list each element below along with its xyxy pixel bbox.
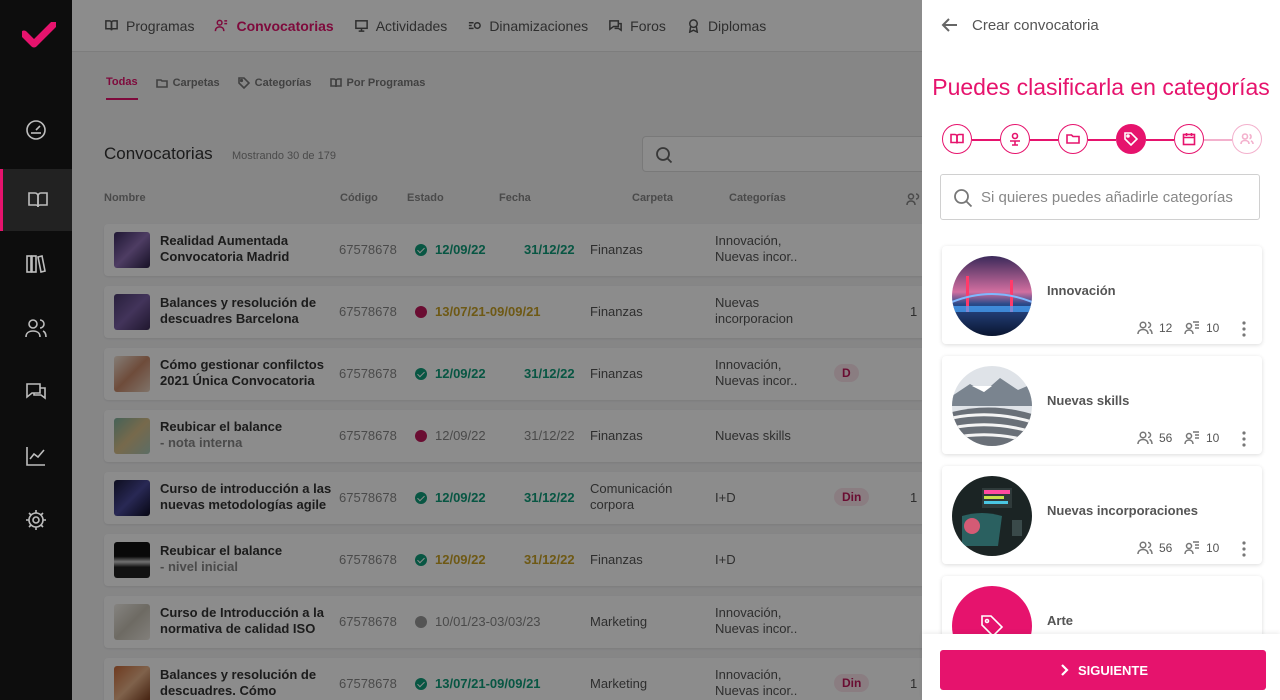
tag-icon (981, 615, 1004, 634)
step-folder[interactable] (1058, 124, 1088, 154)
step-program[interactable] (942, 124, 972, 154)
users-icon (1137, 321, 1153, 335)
category-name: Nuevas skills (1047, 393, 1130, 408)
sidebar-analytics[interactable] (0, 425, 72, 487)
users-icon (1137, 541, 1153, 555)
main-content: Programas Convocatorias Actividades Dina… (72, 0, 922, 700)
category-name: Innovación (1047, 283, 1116, 298)
more-options-icon[interactable] (1236, 430, 1252, 448)
category-image (952, 476, 1032, 556)
users-icon (1240, 133, 1254, 145)
step-categories[interactable] (1116, 124, 1146, 154)
book-open-icon (950, 133, 964, 144)
category-members: 12 (1137, 320, 1172, 336)
tag-icon (1124, 132, 1138, 146)
category-card[interactable]: Nuevas skills 56 10 (942, 356, 1262, 454)
gauge-icon (26, 120, 46, 140)
more-options-icon[interactable] (1236, 320, 1252, 338)
search-icon (954, 189, 973, 208)
users-icon (1137, 431, 1153, 445)
create-convocatoria-panel: Crear convocatoria Puedes clasificarla e… (922, 0, 1280, 700)
sidebar-training[interactable] (0, 169, 72, 231)
sidebar-forums[interactable] (0, 361, 72, 423)
members-count: 56 (1159, 541, 1173, 555)
category-search (940, 174, 1260, 220)
category-list: Innovación 12 10 Nuevas skills 56 10 Nue… (922, 236, 1280, 634)
arrow-left-icon[interactable] (940, 15, 960, 35)
wizard-stepper (942, 124, 1264, 156)
category-image (952, 256, 1032, 336)
category-image (952, 586, 1032, 634)
calendar-icon (1182, 133, 1196, 146)
sidebar-settings[interactable] (0, 489, 72, 551)
more-options-icon[interactable] (1236, 540, 1252, 558)
category-card[interactable]: Nuevas incorporaciones 56 10 (942, 466, 1262, 564)
category-card[interactable]: Arte (942, 576, 1262, 634)
next-button-label: SIGUIENTE (1077, 662, 1149, 678)
panel-footer: SIGUIENTE (922, 634, 1280, 700)
members-count: 12 (1159, 321, 1173, 335)
chart-line-icon (26, 447, 45, 466)
gear-icon (26, 510, 46, 530)
presenter-icon (1184, 321, 1199, 335)
step-heading: Puedes clasificarla en categorías (932, 74, 1270, 100)
presenter-icon (1184, 541, 1199, 555)
sidebar-users[interactable] (0, 297, 72, 359)
modal-backdrop[interactable] (72, 0, 922, 700)
sidebar-dashboard[interactable] (0, 99, 72, 161)
groups-count: 10 (1206, 541, 1220, 555)
category-groups: 10 (1184, 430, 1219, 446)
brand-logo-icon[interactable] (22, 22, 56, 50)
app-sidebar (0, 0, 72, 700)
step-calendar[interactable] (1174, 124, 1204, 154)
members-count: 56 (1159, 431, 1173, 445)
category-members: 56 (1137, 540, 1172, 556)
category-card[interactable]: Innovación 12 10 (942, 246, 1262, 344)
chat-icon (26, 383, 46, 400)
users-icon (25, 319, 47, 338)
groups-count: 10 (1206, 321, 1220, 335)
presenter-icon (1184, 431, 1199, 445)
category-name: Nuevas incorporaciones (1047, 503, 1198, 518)
category-name: Arte (1047, 613, 1074, 628)
next-button[interactable]: SIGUIENTE (940, 650, 1266, 690)
step-presenter[interactable] (1000, 124, 1030, 154)
chevron-right-icon (1061, 664, 1069, 676)
category-members: 56 (1137, 430, 1172, 446)
sidebar-library[interactable] (0, 233, 72, 295)
panel-header: Crear convocatoria (922, 0, 1280, 50)
category-search-input[interactable] (981, 175, 1253, 219)
book-open-icon (27, 192, 48, 208)
folder-icon (1066, 134, 1080, 144)
category-groups: 10 (1184, 540, 1219, 556)
presenter-icon (1010, 132, 1020, 146)
step-participants[interactable] (1232, 124, 1262, 154)
category-groups: 10 (1184, 320, 1219, 336)
groups-count: 10 (1206, 431, 1220, 445)
panel-title: Crear convocatoria (972, 16, 1099, 34)
category-image (952, 366, 1032, 446)
library-icon (26, 255, 46, 273)
